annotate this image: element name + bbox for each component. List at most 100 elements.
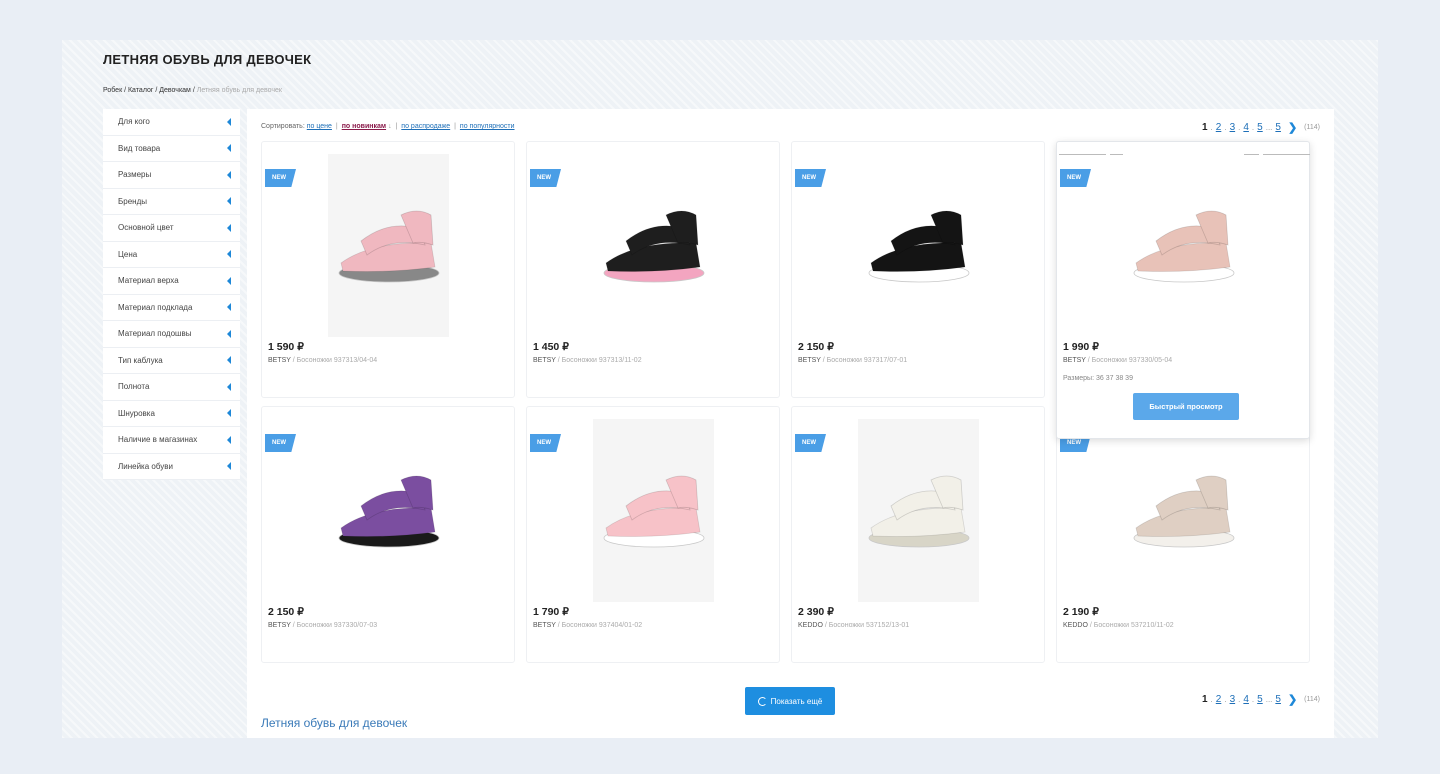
product-image[interactable] bbox=[858, 419, 979, 602]
chevron-left-icon bbox=[227, 329, 231, 338]
new-badge: NEW bbox=[795, 169, 826, 187]
sort-bar: Сортировать: по цене | по новинкам ↓ | по… bbox=[261, 123, 515, 130]
chevron-right-icon[interactable]: ❯ bbox=[1288, 693, 1297, 706]
product-title[interactable]: BETSY / Босоножки 937317/07-01 bbox=[798, 357, 907, 364]
page-link[interactable]: 3 bbox=[1230, 694, 1236, 705]
product-image[interactable] bbox=[858, 154, 979, 337]
product-image[interactable] bbox=[328, 419, 449, 602]
filter-item[interactable]: Линейка обуви bbox=[103, 454, 240, 480]
product-card[interactable]: NEW 1 590 ₽ BETSY / Босоножки 937313/04-04 bbox=[261, 141, 515, 398]
filter-item-label: Наличие в магазинах bbox=[118, 435, 198, 445]
quick-view-button[interactable]: Быстрый просмотр bbox=[1133, 393, 1239, 420]
product-card[interactable]: NEW 2 390 ₽ KEDDO / Босоножки 537152/13-01 bbox=[791, 406, 1045, 663]
sort-by-popularity[interactable]: по популярности bbox=[460, 123, 515, 130]
chevron-left-icon bbox=[227, 303, 231, 312]
refresh-icon bbox=[757, 696, 767, 706]
product-card[interactable]: NEW 2 150 ₽ BETSY / Босоножки 937317/07-01 bbox=[791, 141, 1045, 398]
product-price: 1 790 ₽ bbox=[533, 606, 569, 618]
product-card[interactable]: NEW 1 450 ₽ BETSY / Босоножки 937313/11-02 bbox=[526, 141, 780, 398]
product-title[interactable]: BETSY / Босоножки 937313/11-02 bbox=[533, 357, 642, 364]
show-more-button[interactable]: Показать ещё bbox=[745, 687, 835, 715]
chevron-left-icon bbox=[227, 409, 231, 418]
chevron-right-icon[interactable]: ❯ bbox=[1288, 121, 1297, 134]
filter-item[interactable]: Размеры bbox=[103, 162, 240, 189]
filter-item[interactable]: Наличие в магазинах bbox=[103, 427, 240, 454]
product-name: / Босоножки 537210/11-02 bbox=[1087, 622, 1174, 629]
sandal-icon bbox=[603, 475, 705, 547]
product-title[interactable]: BETSY / Босоножки 937313/04-04 bbox=[268, 357, 377, 364]
total-count: (114) bbox=[1304, 124, 1320, 131]
sandal-icon bbox=[338, 475, 440, 547]
filter-item[interactable]: Тип каблука bbox=[103, 348, 240, 374]
filter-item-label: Материал верха bbox=[118, 276, 179, 286]
filter-item-label: Линейка обуви bbox=[118, 461, 173, 471]
filter-item-label: Цена bbox=[118, 249, 138, 259]
product-title[interactable]: BETSY / Босоножки 937330/05-04 bbox=[1063, 357, 1172, 364]
product-image[interactable] bbox=[593, 419, 714, 602]
page-link[interactable]: 4 bbox=[1243, 694, 1249, 705]
product-image[interactable] bbox=[1123, 154, 1244, 337]
chevron-left-icon bbox=[227, 462, 231, 471]
product-price: 2 190 ₽ bbox=[1063, 606, 1099, 618]
filter-item[interactable]: Для кого bbox=[103, 109, 240, 136]
page-link-last[interactable]: 5 bbox=[1275, 694, 1281, 705]
filter-item-label: Для кого bbox=[118, 117, 150, 127]
filter-item-label: Вид товара bbox=[118, 143, 161, 153]
chevron-left-icon bbox=[227, 250, 231, 259]
page-link[interactable]: 5 bbox=[1257, 694, 1263, 705]
page-link-last[interactable]: 5 bbox=[1275, 122, 1281, 133]
filter-item[interactable]: Вид товара bbox=[103, 136, 240, 162]
product-image[interactable] bbox=[593, 154, 714, 337]
page-link[interactable]: 5 bbox=[1257, 122, 1263, 133]
sort-separator: | bbox=[395, 123, 398, 130]
product-price: 2 150 ₽ bbox=[798, 341, 834, 353]
breadcrumb-item[interactable]: Каталог bbox=[128, 87, 153, 94]
sort-by-new[interactable]: по новинкам bbox=[342, 123, 386, 130]
page-link[interactable]: 2 bbox=[1216, 694, 1222, 705]
product-title[interactable]: BETSY / Босоножки 937404/01-02 bbox=[533, 622, 642, 629]
page-link[interactable]: 3 bbox=[1230, 122, 1236, 133]
product-card[interactable]: NEW 1 990 ₽ BETSY / Босоножки 937330/05-04… bbox=[1056, 141, 1310, 439]
chevron-left-icon bbox=[227, 435, 231, 444]
product-brand: BETSY bbox=[533, 622, 556, 629]
filter-item[interactable]: Бренды bbox=[103, 189, 240, 215]
product-title[interactable]: BETSY / Босоножки 937330/07-03 bbox=[268, 622, 377, 629]
seo-title: Летняя обувь для девочек bbox=[261, 716, 408, 730]
product-image[interactable] bbox=[1123, 419, 1244, 602]
product-catalog: Сортировать: по цене | по новинкам ↓ | по… bbox=[247, 109, 1334, 738]
page-link[interactable]: 1 bbox=[1202, 122, 1208, 133]
filter-item[interactable]: Цена bbox=[103, 242, 240, 268]
product-title[interactable]: KEDDO / Босоножки 537152/13-01 bbox=[798, 622, 909, 629]
filter-item[interactable]: Материал подклада bbox=[103, 295, 240, 321]
chevron-left-icon bbox=[227, 144, 231, 153]
new-badge: NEW bbox=[795, 434, 826, 452]
product-name: / Босоножки 937330/07-03 bbox=[290, 622, 378, 629]
chevron-left-icon bbox=[227, 117, 231, 126]
product-image[interactable] bbox=[328, 154, 449, 337]
filter-item[interactable]: Шнуровка bbox=[103, 401, 240, 427]
page-link[interactable]: 1 bbox=[1202, 694, 1208, 705]
product-card[interactable]: NEW 2 190 ₽ KEDDO / Босоножки 537210/11-02 bbox=[1056, 406, 1310, 663]
breadcrumb-item[interactable]: Робек bbox=[103, 87, 122, 94]
filter-item[interactable]: Основной цвет bbox=[103, 215, 240, 242]
product-card[interactable]: NEW 1 790 ₽ BETSY / Босоножки 937404/01-02 bbox=[526, 406, 780, 663]
filter-item[interactable]: Материал верха bbox=[103, 268, 240, 295]
sandal-icon bbox=[603, 210, 705, 282]
filter-item-label: Размеры bbox=[118, 170, 152, 180]
page-link[interactable]: 4 bbox=[1243, 122, 1249, 133]
sort-by-sale[interactable]: по распродаже bbox=[401, 123, 450, 130]
product-title[interactable]: KEDDO / Босоножки 537210/11-02 bbox=[1063, 622, 1174, 629]
sort-label: Сортировать: bbox=[261, 123, 305, 130]
product-price: 2 150 ₽ bbox=[268, 606, 304, 618]
sandal-icon bbox=[1133, 475, 1235, 547]
product-price: 2 390 ₽ bbox=[798, 606, 834, 618]
filter-item[interactable]: Материал подошвы bbox=[103, 321, 240, 348]
breadcrumb-item[interactable]: Девочкам bbox=[159, 87, 191, 94]
new-badge: NEW bbox=[1060, 169, 1091, 187]
product-card[interactable]: NEW 2 150 ₽ BETSY / Босоножки 937330/07-03 bbox=[261, 406, 515, 663]
filter-item-label: Тип каблука bbox=[118, 355, 163, 365]
chevron-left-icon bbox=[227, 356, 231, 365]
sort-by-price[interactable]: по цене bbox=[307, 123, 332, 130]
page-link[interactable]: 2 bbox=[1216, 122, 1222, 133]
filter-item[interactable]: Полнота bbox=[103, 374, 240, 401]
